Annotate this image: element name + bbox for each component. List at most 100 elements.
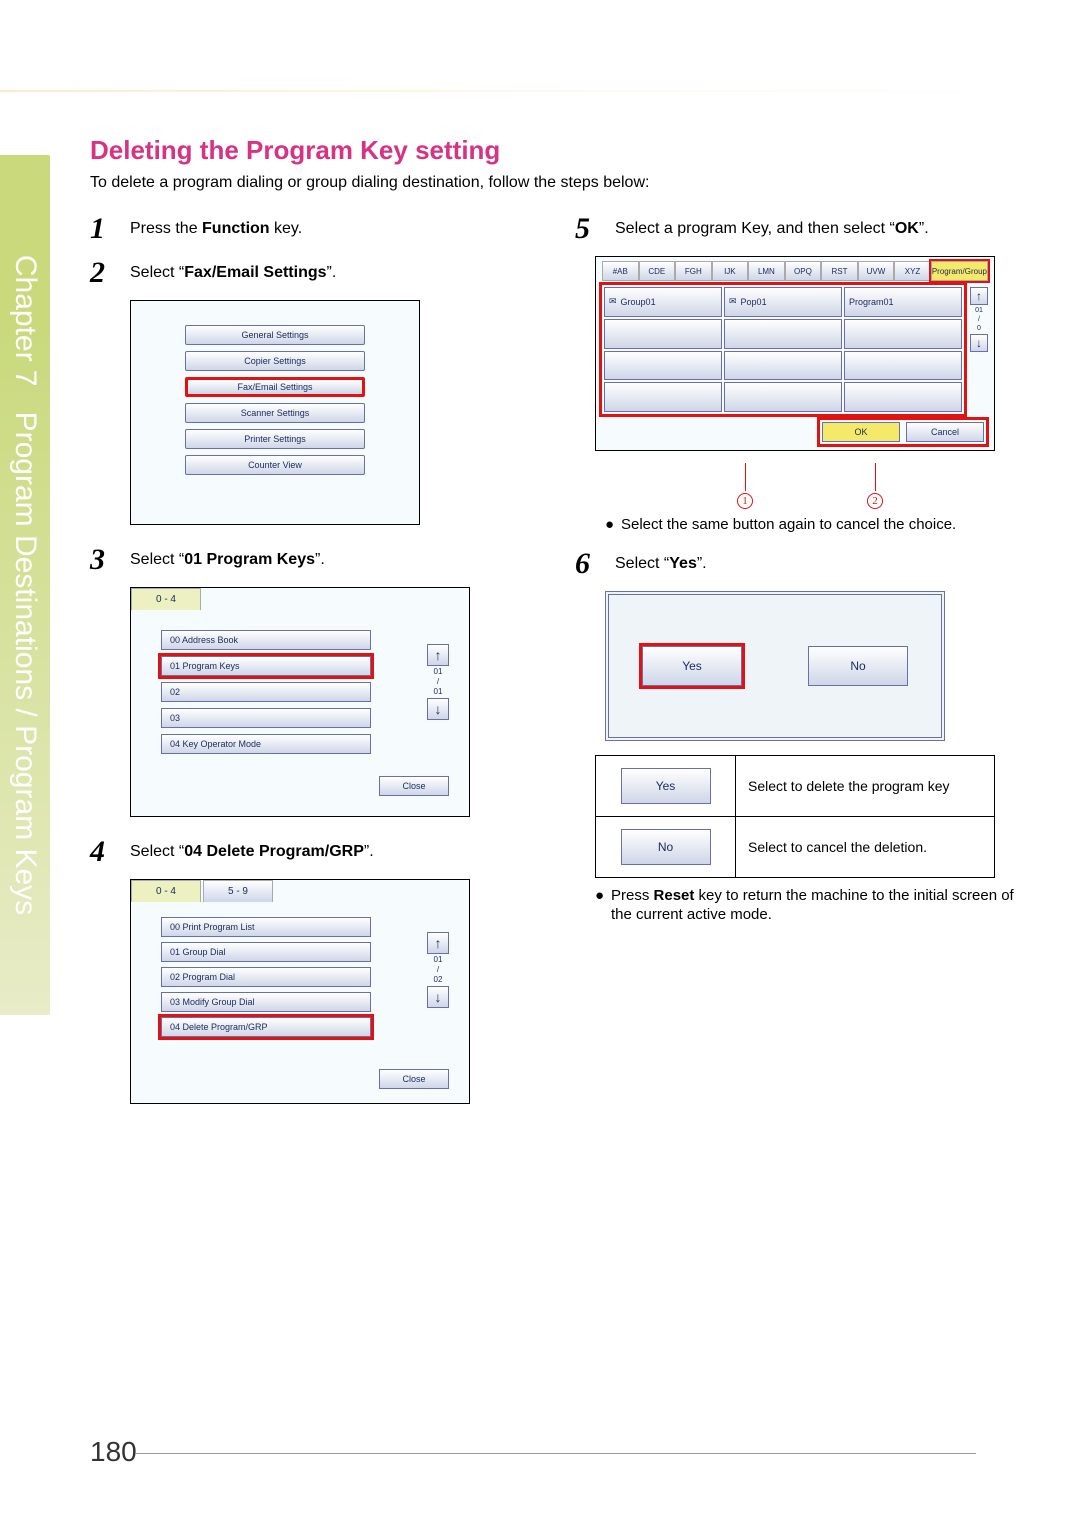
tab-lmn[interactable]: LMN [748,261,785,281]
dialog-footer: OK Cancel [652,420,986,444]
chapter-label: Chapter 7 [9,255,42,387]
scroll-controls: ↑ 01 / 01 ↓ [427,644,449,722]
tab-ab[interactable]: #AB [602,261,639,281]
page-indicator-top: 01 [427,668,449,676]
delete-program-grp-row[interactable]: 04 Delete Program/GRP [161,1017,371,1037]
step-number: 3 [90,543,130,577]
tab-fgh[interactable]: FGH [675,261,712,281]
chapter-tab: Chapter 7 Program Destinations / Program… [0,155,50,1015]
counter-view-button[interactable]: Counter View [185,455,365,475]
step-5: 5 Select a program Key, and then select … [575,212,1030,246]
tab-xyz[interactable]: XYZ [894,261,931,281]
empty-cell[interactable] [724,382,842,412]
intro-text: To delete a program dialing or group dia… [90,174,1030,192]
page-indicator-top: 01 [427,956,449,964]
tab-uvw[interactable]: UVW [858,261,895,281]
page-content: Deleting the Program Key setting To dele… [90,135,1030,1122]
callout-line-1 [745,463,746,491]
empty-cell[interactable] [724,351,842,381]
note-text: Select the same button again to cancel t… [621,515,956,535]
step-3: 3 Select “01 Program Keys”. [90,543,545,577]
page-number-rule [136,1453,976,1454]
step-number: 4 [90,835,130,869]
row-03[interactable]: 03 [161,708,371,728]
printer-settings-button[interactable]: Printer Settings [185,429,365,449]
step-2: 2 Select “Fax/Email Settings”. [90,256,545,290]
empty-cell[interactable] [844,382,962,412]
tab-opq[interactable]: OPQ [785,261,822,281]
address-book-row[interactable]: 00 Address Book [161,630,371,650]
page-indicator-top: 01 [970,307,988,314]
no-button-sample: No [621,829,711,865]
tab-ijk[interactable]: IJK [712,261,749,281]
empty-cell[interactable] [844,319,962,349]
scanner-settings-button[interactable]: Scanner Settings [185,403,365,423]
general-settings-button[interactable]: General Settings [185,325,365,345]
chapter-title: Program Destinations / Program Keys [9,412,42,916]
step-number: 2 [90,256,130,290]
tab-cde[interactable]: CDE [639,261,676,281]
row-02[interactable]: 02 [161,682,371,702]
scroll-down-icon[interactable]: ↓ [427,986,449,1008]
fax-email-settings-button[interactable]: Fax/Email Settings [185,377,365,397]
note-step5: ● Select the same button again to cancel… [605,515,1030,535]
mail-icon: ✉ [609,296,617,307]
no-button[interactable]: No [808,646,908,686]
mail-icon: ✉ [729,296,737,307]
callout-line-2 [875,463,876,491]
no-explain-text: Select to cancel the deletion. [736,816,995,877]
scroll-up-icon[interactable]: ↑ [427,932,449,954]
yes-button-sample: Yes [621,768,711,804]
page-indicator-mid: / [970,316,988,323]
bullet-icon: ● [595,886,611,925]
tab-0-4[interactable]: 0 - 4 [131,880,201,902]
callout-1: 1 [737,493,753,509]
scroll-controls: ↑ 01 / 02 ↓ [427,932,449,1010]
screenshot-program-key-select: #AB CDE FGH IJK LMN OPQ RST UVW XYZ Prog… [595,256,995,451]
empty-cell[interactable] [844,351,962,381]
print-program-list-row[interactable]: 00 Print Program List [161,917,371,937]
step-1: 1 Press the Function key. [90,212,545,246]
scroll-up-icon[interactable]: ↑ [970,287,988,305]
note-step6: ● Press Reset key to return the machine … [595,886,1030,925]
empty-cell[interactable] [724,319,842,349]
page-top-rule [0,90,1080,92]
empty-cell[interactable] [604,382,722,412]
page-indicator-bot: 01 [427,688,449,696]
page-heading: Deleting the Program Key setting [90,135,1030,166]
scroll-down-icon[interactable]: ↓ [970,334,988,352]
program01-cell[interactable]: Program01 [844,287,962,317]
note-text: Press Reset key to return the machine to… [611,886,1030,925]
key-operator-mode-row[interactable]: 04 Key Operator Mode [161,734,371,754]
page-indicator-bot: 0 [970,325,988,332]
tab-program-group[interactable]: Program/Group [931,261,988,281]
step-4: 4 Select “04 Delete Program/GRP”. [90,835,545,869]
tab-0-4[interactable]: 0 - 4 [131,588,201,610]
modify-group-dial-row[interactable]: 03 Modify Group Dial [161,992,371,1012]
program-dial-row[interactable]: 02 Program Dial [161,967,371,987]
empty-cell[interactable] [604,351,722,381]
group-dial-row[interactable]: 01 Group Dial [161,942,371,962]
close-button[interactable]: Close [379,1069,449,1089]
program-grid: ✉Group01 ✉Pop01 Program01 [602,285,964,414]
pop01-cell[interactable]: ✉Pop01 [724,287,842,317]
close-button[interactable]: Close [379,776,449,796]
scroll-down-icon[interactable]: ↓ [427,698,449,720]
tab-5-9[interactable]: 5 - 9 [203,880,273,902]
callout-markers: 1 2 [595,469,995,509]
alpha-tabs: #AB CDE FGH IJK LMN OPQ RST UVW XYZ Prog… [602,261,988,281]
group01-cell[interactable]: ✉Group01 [604,287,722,317]
page-indicator-bot: 02 [427,976,449,984]
callout-2: 2 [867,493,883,509]
copier-settings-button[interactable]: Copier Settings [185,351,365,371]
tab-rst[interactable]: RST [821,261,858,281]
empty-cell[interactable] [604,319,722,349]
bullet-icon: ● [605,515,621,535]
yes-button[interactable]: Yes [642,646,742,686]
scroll-up-icon[interactable]: ↑ [427,644,449,666]
page-indicator-mid: / [427,966,449,974]
cancel-button[interactable]: Cancel [906,422,984,442]
scroll-controls: ↑ 01 / 0 ↓ [970,287,988,354]
program-keys-row[interactable]: 01 Program Keys [161,656,371,676]
ok-button[interactable]: OK [822,422,900,442]
